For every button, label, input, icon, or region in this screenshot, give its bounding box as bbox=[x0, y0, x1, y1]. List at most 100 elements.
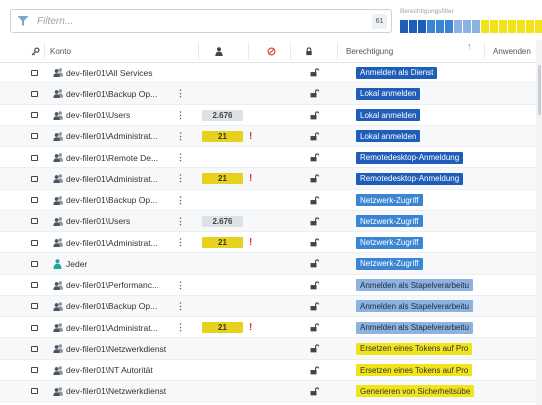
unlock-icon[interactable] bbox=[310, 211, 319, 232]
row-select-checkbox[interactable] bbox=[31, 147, 38, 168]
row-select-checkbox[interactable] bbox=[31, 317, 38, 338]
table-row[interactable]: dev-filer01\Administrat... ⋮ 21! Lokal anme… bbox=[0, 125, 542, 147]
table-row[interactable]: dev-filer01\Netzwerkdienst Generieren von… bbox=[0, 380, 542, 402]
permission-filter-segment[interactable] bbox=[508, 20, 516, 33]
table-row[interactable]: dev-filer01\Remote De... ⋮ Remotedesktop-A… bbox=[0, 147, 542, 169]
permission-filter-segment[interactable] bbox=[463, 20, 471, 33]
permission-badge[interactable]: Netzwerk-Zugriff bbox=[356, 257, 423, 270]
sort-ascending-icon[interactable]: ↑ bbox=[467, 35, 472, 57]
unlock-icon[interactable] bbox=[310, 381, 319, 402]
unlock-icon[interactable] bbox=[310, 62, 319, 83]
permission-filter-segment[interactable] bbox=[535, 20, 542, 33]
unlock-icon[interactable] bbox=[310, 126, 319, 147]
permission-badge[interactable]: Netzwerk-Zugriff bbox=[356, 194, 423, 206]
table-row[interactable]: dev-filer01\Administrat... ⋮ 21! Remotedesk… bbox=[0, 168, 542, 190]
row-select-checkbox[interactable] bbox=[31, 83, 38, 104]
permission-filter-segment[interactable] bbox=[400, 20, 408, 33]
unlock-icon[interactable] bbox=[310, 190, 319, 211]
table-row[interactable]: dev-filer01\Performanc... ⋮ Anmelden als S… bbox=[0, 275, 542, 296]
filter-input[interactable] bbox=[35, 14, 372, 28]
permission-badge[interactable]: Netzwerk-Zugriff bbox=[356, 215, 423, 228]
table-row[interactable]: dev-filer01\Administrat... ⋮ 21! Anmelden a… bbox=[0, 317, 542, 339]
unlock-icon[interactable] bbox=[310, 338, 319, 359]
permission-badge[interactable]: Anmelden als Stapelverarbeitu bbox=[356, 279, 473, 291]
unlock-icon[interactable] bbox=[310, 147, 319, 168]
row-select-checkbox[interactable] bbox=[31, 211, 38, 232]
konto-column-header[interactable]: Konto bbox=[50, 40, 71, 62]
row-select-checkbox[interactable] bbox=[31, 126, 38, 147]
table-row[interactable]: dev-filer01\NT Autorität Ersetzen eines T… bbox=[0, 360, 542, 381]
row-select-checkbox[interactable] bbox=[31, 360, 38, 381]
table-row[interactable]: dev-filer01\Backup Op... ⋮ Anmelden als St… bbox=[0, 295, 542, 317]
row-menu-icon[interactable]: ⋮ bbox=[176, 105, 185, 126]
permission-badge[interactable]: Netzwerk-Zugriff bbox=[356, 236, 423, 249]
permission-filter-segment[interactable] bbox=[427, 20, 435, 33]
permission-filter-segment[interactable] bbox=[490, 20, 498, 33]
row-select-checkbox[interactable] bbox=[31, 338, 38, 359]
unlock-icon[interactable] bbox=[310, 275, 319, 296]
row-select-checkbox[interactable] bbox=[31, 232, 38, 253]
row-menu-icon[interactable]: ⋮ bbox=[176, 168, 185, 189]
row-menu-icon[interactable]: ⋮ bbox=[176, 211, 185, 232]
table-row[interactable]: dev-filer01\Administrat... ⋮ 21! Netzwerk-Z… bbox=[0, 232, 542, 254]
unlock-icon[interactable] bbox=[310, 232, 319, 253]
table-row[interactable]: dev-filer01\Backup Op... ⋮ Netzwerk-Zugrif… bbox=[0, 190, 542, 211]
permission-badge[interactable]: Ersetzen eines Tokens auf Pro bbox=[356, 342, 473, 355]
permission-badge[interactable]: Lokal anmelden bbox=[356, 109, 421, 121]
table-row[interactable]: dev-filer01\All Services Anmelden als Die… bbox=[0, 62, 542, 84]
unlock-icon[interactable] bbox=[310, 296, 319, 317]
row-select-checkbox[interactable] bbox=[31, 190, 38, 211]
permission-filter-segment[interactable] bbox=[481, 20, 489, 33]
row-select-checkbox[interactable] bbox=[31, 62, 38, 83]
permission-filter-segment[interactable] bbox=[445, 20, 453, 33]
permission-badge[interactable]: Ersetzen eines Tokens auf Pro bbox=[356, 364, 473, 376]
row-select-checkbox[interactable] bbox=[31, 168, 38, 189]
owner-column-header[interactable] bbox=[31, 40, 40, 62]
row-select-checkbox[interactable] bbox=[31, 296, 38, 317]
scrollbar-thumb[interactable] bbox=[538, 65, 541, 115]
row-menu-icon[interactable]: ⋮ bbox=[176, 317, 185, 338]
permission-filter-segment[interactable] bbox=[517, 20, 525, 33]
row-menu-icon[interactable]: ⋮ bbox=[176, 147, 185, 168]
permission-filter-segment[interactable] bbox=[499, 20, 507, 33]
unlock-icon[interactable] bbox=[310, 360, 319, 381]
permission-badge[interactable]: Remotedesktop-Anmeldung bbox=[356, 172, 464, 185]
permission-badge[interactable]: Anmelden als Stapelverarbeitu bbox=[356, 321, 473, 334]
table-row[interactable]: dev-filer01\Netzwerkdienst Ersetzen eines… bbox=[0, 338, 542, 360]
permission-filter-segment[interactable] bbox=[436, 20, 444, 33]
row-menu-icon[interactable]: ⋮ bbox=[176, 190, 185, 211]
row-menu-icon[interactable]: ⋮ bbox=[176, 296, 185, 317]
permission-filter-segment[interactable] bbox=[454, 20, 462, 33]
permission-badge[interactable]: Generieren von Sicherheitsübe bbox=[356, 385, 475, 398]
row-select-checkbox[interactable] bbox=[31, 275, 38, 296]
permission-filter-segment[interactable] bbox=[418, 20, 426, 33]
permission-badge[interactable]: Lokal anmelden bbox=[356, 87, 421, 100]
table-row[interactable]: dev-filer01\Users ⋮ 2.676 Lokal anmelden bbox=[0, 105, 542, 126]
berechtigung-column-header[interactable]: Berechtigung bbox=[346, 40, 393, 62]
permission-badge[interactable]: Lokal anmelden bbox=[356, 130, 421, 143]
lock-column-header[interactable] bbox=[305, 40, 313, 62]
permission-badge[interactable]: Anmelden als Stapelverarbeitu bbox=[356, 300, 473, 313]
unlock-icon[interactable] bbox=[310, 105, 319, 126]
unlock-icon[interactable] bbox=[310, 317, 319, 338]
row-menu-icon[interactable]: ⋮ bbox=[176, 126, 185, 147]
deny-column-header[interactable] bbox=[267, 40, 276, 62]
row-menu-icon[interactable]: ⋮ bbox=[176, 83, 185, 104]
permission-badge[interactable]: Anmelden als Dienst bbox=[356, 66, 438, 79]
unlock-icon[interactable] bbox=[310, 253, 319, 274]
table-row[interactable]: dev-filer01\Users ⋮ 2.676 Netzwerk-Zugriff bbox=[0, 210, 542, 232]
members-column-header[interactable] bbox=[215, 40, 223, 62]
permission-filter-segment[interactable] bbox=[472, 20, 480, 33]
row-menu-icon[interactable]: ⋮ bbox=[176, 232, 185, 253]
permission-filter-segment[interactable] bbox=[526, 20, 534, 33]
row-select-checkbox[interactable] bbox=[31, 253, 38, 274]
row-select-checkbox[interactable] bbox=[31, 105, 38, 126]
anwenden-column-header[interactable]: Anwenden bbox=[493, 40, 531, 62]
row-select-checkbox[interactable] bbox=[31, 381, 38, 402]
unlock-icon[interactable] bbox=[310, 83, 319, 104]
permission-badge[interactable]: Remotedesktop-Anmeldung bbox=[356, 151, 464, 164]
unlock-icon[interactable] bbox=[310, 168, 319, 189]
row-menu-icon[interactable]: ⋮ bbox=[176, 275, 185, 296]
table-row[interactable]: dev-filer01\Backup Op... ⋮ Lokal anmelden bbox=[0, 83, 542, 105]
table-row[interactable]: Jeder Netzwerk-Zugriff bbox=[0, 253, 542, 275]
